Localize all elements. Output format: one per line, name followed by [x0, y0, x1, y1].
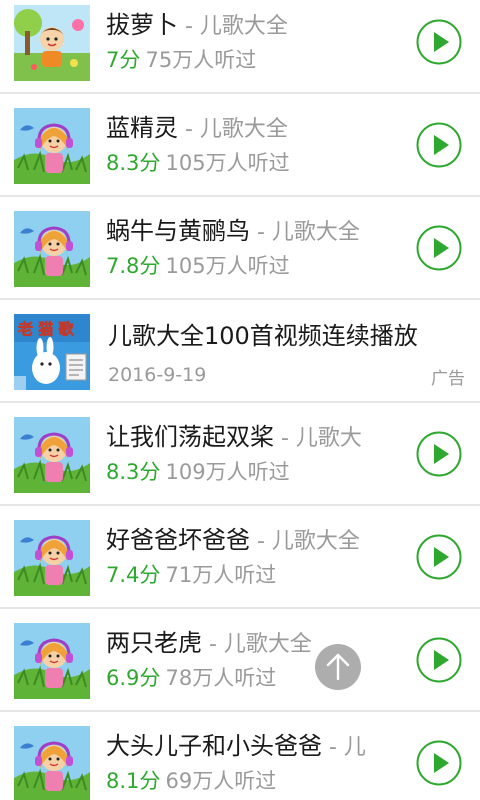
song-title: 蜗牛与黄鹂鸟	[106, 217, 250, 245]
song-meta: 7.4分 71万人听过	[106, 561, 276, 591]
song-row[interactable]: 拔萝卜 - 儿歌大全 7分 75万人听过	[0, 0, 480, 94]
song-score: 7.4分	[106, 563, 161, 587]
song-score: 8.1分	[106, 769, 161, 793]
song-list[interactable]: 拔萝卜 - 儿歌大全 7分 75万人听过 蓝精灵 - 儿歌大全 8.3分 105…	[0, 0, 480, 800]
song-thumbnail	[14, 520, 90, 596]
song-artist: - 儿歌大全	[178, 117, 288, 142]
song-title: 拔萝卜	[106, 11, 178, 39]
song-artist: - 儿歌大全	[250, 529, 360, 554]
song-score: 7.8分	[106, 254, 161, 278]
song-score: 8.3分	[106, 460, 161, 484]
ad-date: 2016-9-19	[108, 364, 207, 386]
song-artist: - 儿歌大全	[178, 14, 288, 39]
play-circle-icon[interactable]	[416, 637, 462, 683]
song-listen-count: 105万人听过	[165, 151, 290, 175]
ad-thumbnail: 老 猫 歌	[14, 314, 90, 390]
song-title: 好爸爸坏爸爸	[106, 526, 250, 554]
song-title: 让我们荡起双桨	[106, 423, 274, 451]
play-circle-icon[interactable]	[416, 19, 462, 65]
song-meta: 8.3分 109万人听过	[106, 458, 290, 488]
play-circle-icon[interactable]	[416, 431, 462, 477]
song-title: 蓝精灵	[106, 114, 178, 142]
song-score: 6.9分	[106, 666, 161, 690]
song-title-line: 大头儿子和小头爸爸 - 儿	[106, 731, 386, 764]
song-artist: - 儿歌大全	[250, 220, 360, 245]
song-title-line: 蓝精灵 - 儿歌大全	[106, 113, 386, 146]
ad-label: 广告	[431, 369, 465, 389]
song-listen-count: 78万人听过	[165, 666, 277, 690]
song-list-screen: 拔萝卜 - 儿歌大全 7分 75万人听过 蓝精灵 - 儿歌大全 8.3分 105…	[0, 0, 480, 800]
song-row[interactable]: 好爸爸坏爸爸 - 儿歌大全 7.4分 71万人听过	[0, 506, 480, 609]
song-title: 大头儿子和小头爸爸	[106, 732, 322, 760]
song-listen-count: 109万人听过	[165, 460, 290, 484]
song-thumbnail	[14, 108, 90, 184]
play-circle-icon[interactable]	[416, 534, 462, 580]
song-title-line: 蜗牛与黄鹂鸟 - 儿歌大全	[106, 216, 386, 249]
arrow-up-icon	[326, 653, 350, 681]
song-row[interactable]: 大头儿子和小头爸爸 - 儿 8.1分 69万人听过	[0, 712, 480, 800]
song-title-line: 让我们荡起双桨 - 儿歌大	[106, 422, 386, 455]
song-row[interactable]: 两只老虎 - 儿歌大全 6.9分 78万人听过	[0, 609, 480, 712]
song-listen-count: 69万人听过	[165, 769, 277, 793]
song-listen-count: 105万人听过	[165, 254, 290, 278]
song-thumbnail	[14, 211, 90, 287]
ad-thumb-text: 老 猫 歌	[17, 320, 74, 338]
song-artist: - 儿歌大	[274, 426, 362, 451]
song-row[interactable]: 蓝精灵 - 儿歌大全 8.3分 105万人听过	[0, 94, 480, 197]
song-title-line: 好爸爸坏爸爸 - 儿歌大全	[106, 525, 386, 558]
song-listen-count: 75万人听过	[145, 48, 257, 72]
play-circle-icon[interactable]	[416, 225, 462, 271]
ad-title: 儿歌大全100首视频连续播放	[108, 322, 418, 350]
song-meta: 6.9分 78万人听过	[106, 664, 276, 694]
song-row[interactable]: 蜗牛与黄鹂鸟 - 儿歌大全 7.8分 105万人听过	[0, 197, 480, 300]
play-circle-icon[interactable]	[416, 740, 462, 786]
song-thumbnail	[14, 5, 90, 81]
song-meta: 7分 75万人听过	[106, 46, 256, 76]
song-thumbnail	[14, 417, 90, 493]
song-score: 7分	[106, 48, 141, 72]
scroll-to-top-button[interactable]	[315, 644, 361, 690]
song-thumbnail	[14, 726, 90, 800]
song-title-line: 拔萝卜 - 儿歌大全	[106, 10, 386, 43]
song-meta: 8.3分 105万人听过	[106, 149, 290, 179]
song-row[interactable]: 让我们荡起双桨 - 儿歌大 8.3分 109万人听过	[0, 403, 480, 506]
song-listen-count: 71万人听过	[165, 563, 277, 587]
song-meta: 7.8分 105万人听过	[106, 252, 290, 282]
song-artist: - 儿	[322, 735, 366, 760]
song-meta: 8.1分 69万人听过	[106, 767, 276, 797]
song-score: 8.3分	[106, 151, 161, 175]
play-circle-icon[interactable]	[416, 122, 462, 168]
song-title: 两只老虎	[106, 629, 202, 657]
song-thumbnail	[14, 623, 90, 699]
song-artist: - 儿歌大全	[202, 632, 312, 657]
ad-row[interactable]: 老 猫 歌 儿歌大全100首视频连续播放 2016-9-19 广告	[0, 300, 480, 403]
